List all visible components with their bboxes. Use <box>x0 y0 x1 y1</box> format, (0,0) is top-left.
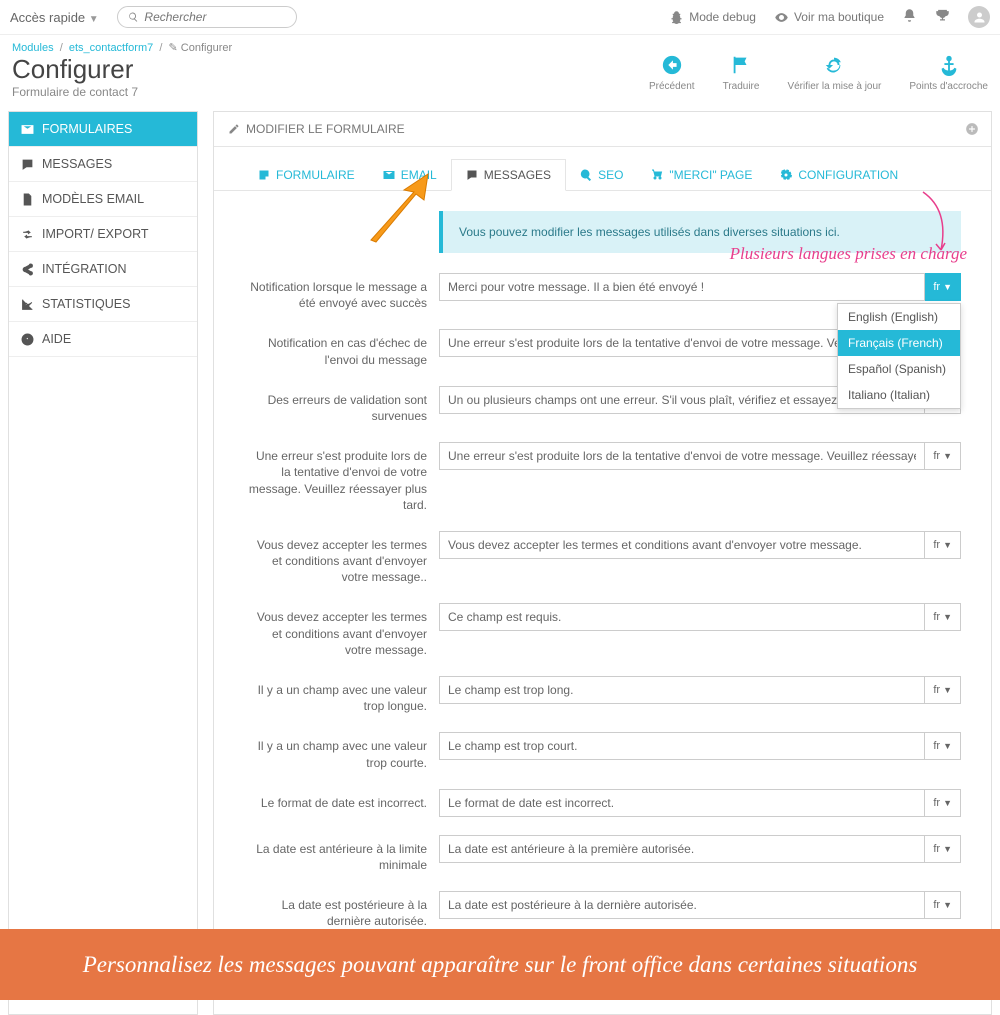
refresh-icon <box>823 54 845 76</box>
page-title: Configurer <box>12 54 138 85</box>
crumb-module[interactable]: ets_contactform7 <box>69 42 153 54</box>
back-button[interactable]: Précédent <box>649 54 695 99</box>
message-field-row: Il y a un champ avec une valeur trop lon… <box>244 676 961 714</box>
field-label: Il y a un champ avec une valeur trop cou… <box>244 732 439 770</box>
translate-button[interactable]: Traduire <box>723 54 760 99</box>
edit-icon <box>228 123 240 135</box>
language-option[interactable]: English (English) <box>838 304 960 330</box>
tab-configuration[interactable]: CONFIGURATION <box>766 159 912 190</box>
quick-access-menu[interactable]: Accès rapide ▼ <box>10 10 99 25</box>
sidebar-item-import-export[interactable]: IMPORT/ EXPORT <box>9 217 197 252</box>
language-button[interactable]: fr▼ <box>925 442 961 470</box>
message-input[interactable] <box>439 835 925 863</box>
flag-icon <box>730 54 752 76</box>
message-input[interactable] <box>439 531 925 559</box>
tab--merci-page[interactable]: "MERCI" PAGE <box>637 159 766 190</box>
tabs: FORMULAIREEMAILMESSAGESSEO"MERCI" PAGECO… <box>214 147 991 191</box>
sidebar-item-messages[interactable]: MESSAGES <box>9 147 197 182</box>
tab-formulaire[interactable]: FORMULAIRE <box>244 159 369 190</box>
language-button[interactable]: fr▼ <box>925 273 961 301</box>
field-label: Des erreurs de validation sont survenues <box>244 386 439 424</box>
message-field-row: La date est antérieure à la limite minim… <box>244 835 961 873</box>
crumb-modules[interactable]: Modules <box>12 42 54 54</box>
language-button[interactable]: fr▼ <box>925 835 961 863</box>
language-button[interactable]: fr▼ <box>925 789 961 817</box>
search-input[interactable] <box>144 10 285 24</box>
page-subtitle: Formulaire de contact 7 <box>12 85 138 99</box>
message-input[interactable] <box>439 676 925 704</box>
sidebar-item-int-gration[interactable]: INTÉGRATION <box>9 252 197 287</box>
add-button[interactable] <box>965 122 979 139</box>
language-button[interactable]: fr▼ <box>925 676 961 704</box>
field-label: Vous devez accepter les termes et condit… <box>244 531 439 586</box>
message-input[interactable] <box>439 273 925 301</box>
tab-seo[interactable]: SEO <box>566 159 637 190</box>
message-input[interactable] <box>439 442 925 470</box>
eye-icon <box>774 10 789 25</box>
field-label: La date est postérieure à la dernière au… <box>244 891 439 929</box>
breadcrumb: Modules / ets_contactform7 / ✎ Configure… <box>0 35 1000 54</box>
message-field-row: Le format de date est incorrect. fr▼ <box>244 789 961 817</box>
field-label: Notification en cas d'échec de l'envoi d… <box>244 329 439 367</box>
field-label: Notification lorsque le message a été en… <box>244 273 439 311</box>
view-shop-link[interactable]: Voir ma boutique <box>774 10 884 25</box>
field-label: Il y a un champ avec une valeur trop lon… <box>244 676 439 714</box>
panel-header: MODIFIER LE FORMULAIRE <box>214 112 991 147</box>
user-avatar[interactable] <box>968 6 990 28</box>
bug-icon <box>669 10 684 25</box>
language-dropdown[interactable]: English (English)Français (French)Españo… <box>837 303 961 409</box>
field-label: Vous devez accepter les termes et condit… <box>244 603 439 658</box>
language-option[interactable]: Italiano (Italian) <box>838 382 960 408</box>
message-field-row: Vous devez accepter les termes et condit… <box>244 603 961 658</box>
language-button[interactable]: fr▼ <box>925 531 961 559</box>
message-field-row: La date est postérieure à la dernière au… <box>244 891 961 929</box>
language-option[interactable]: Español (Spanish) <box>838 356 960 382</box>
message-input[interactable] <box>439 891 925 919</box>
trophy-icon[interactable] <box>935 8 950 26</box>
promo-banner: Personnalisez les messages pouvant appar… <box>0 929 1000 1000</box>
message-input[interactable] <box>439 603 925 631</box>
language-option[interactable]: Français (French) <box>838 330 960 356</box>
notifications-icon[interactable] <box>902 8 917 26</box>
field-label: Le format de date est incorrect. <box>244 789 439 811</box>
main-panel: MODIFIER LE FORMULAIRE FORMULAIREEMAILME… <box>213 111 992 1015</box>
sidebar-item-statistiques[interactable]: STATISTIQUES <box>9 287 197 322</box>
annotation-arrow-icon <box>919 190 953 263</box>
field-label: Une erreur s'est produite lors de la ten… <box>244 442 439 513</box>
field-label: La date est antérieure à la limite minim… <box>244 835 439 873</box>
search-icon <box>128 11 139 23</box>
anchor-icon <box>938 54 960 76</box>
back-icon <box>661 54 683 76</box>
language-button[interactable]: fr▼ <box>925 603 961 631</box>
language-button[interactable]: fr▼ <box>925 732 961 760</box>
search-input-wrap[interactable] <box>117 6 297 28</box>
message-input[interactable] <box>439 732 925 760</box>
tab-email[interactable]: EMAIL <box>369 159 451 190</box>
message-field-row: Notification lorsque le message a été en… <box>244 273 961 311</box>
message-field-row: Vous devez accepter les termes et condit… <box>244 531 961 586</box>
message-field-row: Une erreur s'est produite lors de la ten… <box>244 442 961 513</box>
language-button[interactable]: fr▼ <box>925 891 961 919</box>
sidebar-item-formulaires[interactable]: FORMULAIRES <box>9 112 197 147</box>
message-input[interactable] <box>439 789 925 817</box>
hooks-button[interactable]: Points d'accroche <box>909 54 988 99</box>
message-field-row: Il y a un champ avec une valeur trop cou… <box>244 732 961 770</box>
sidebar-item-aide[interactable]: AIDE <box>9 322 197 357</box>
mode-debug-link[interactable]: Mode debug <box>669 10 756 25</box>
tab-messages[interactable]: MESSAGES <box>451 159 566 191</box>
sidebar: FORMULAIRESMESSAGESMODÈLES EMAILIMPORT/ … <box>8 111 198 1015</box>
sidebar-item-mod-les-email[interactable]: MODÈLES EMAIL <box>9 182 197 217</box>
check-update-button[interactable]: Vérifier la mise à jour <box>787 54 881 99</box>
caret-down-icon: ▼ <box>89 14 99 25</box>
